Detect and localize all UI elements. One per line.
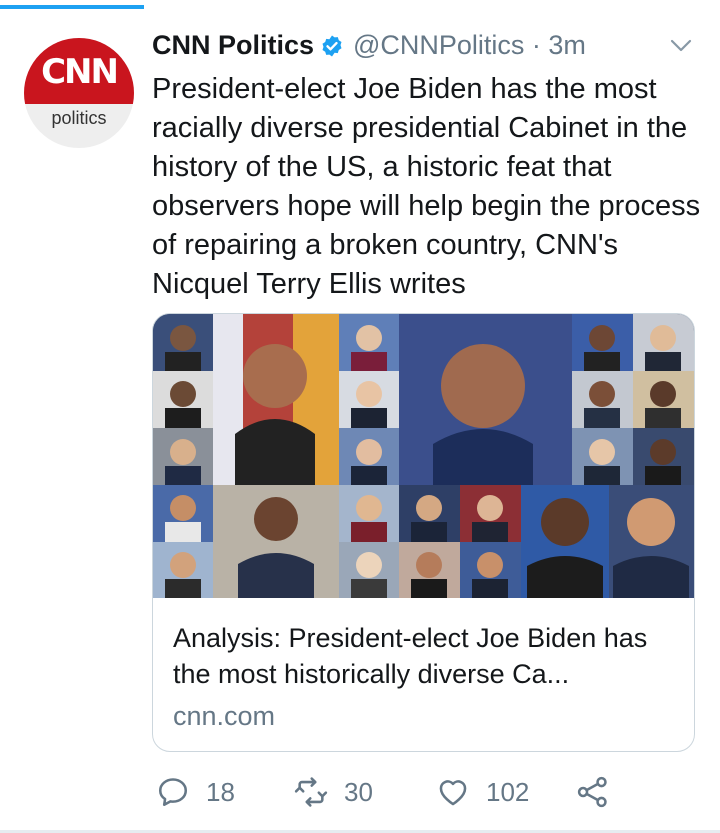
cabinet-collage-image bbox=[153, 314, 694, 598]
chevron-down-icon[interactable] bbox=[669, 38, 693, 54]
retweet-icon bbox=[294, 777, 328, 807]
avatar-sub-text: politics bbox=[51, 108, 107, 128]
card-title[interactable]: Analysis: President-elect Joe Biden has … bbox=[173, 620, 678, 692]
share-button[interactable] bbox=[576, 772, 610, 812]
reply-button[interactable]: 18 bbox=[156, 772, 235, 812]
handle-and-timestamp[interactable]: @CNNPolitics · 3m bbox=[353, 30, 586, 60]
heart-icon bbox=[439, 780, 467, 806]
tweet-header: CNN Politics @CNNPolitics · 3m bbox=[152, 30, 697, 70]
verified-badge-icon bbox=[322, 35, 342, 56]
retweet-count: 30 bbox=[344, 776, 373, 807]
retweet-button[interactable]: 30 bbox=[294, 772, 373, 812]
reply-count: 18 bbox=[206, 776, 235, 807]
like-button[interactable]: 102 bbox=[436, 772, 529, 812]
display-name[interactable]: CNN Politics bbox=[152, 30, 314, 60]
tweet-text: President-elect Joe Biden has the most r… bbox=[152, 73, 701, 300]
reply-icon bbox=[158, 778, 188, 807]
card-domain: cnn.com bbox=[173, 701, 276, 731]
share-icon bbox=[577, 776, 607, 808]
loading-progress-bar bbox=[0, 0, 720, 12]
avatar-logo-text: CNN bbox=[41, 52, 119, 92]
link-preview-card[interactable]: Analysis: President-elect Joe Biden has … bbox=[152, 313, 695, 752]
like-count: 102 bbox=[486, 776, 530, 807]
avatar[interactable]: CNN politics bbox=[24, 38, 134, 148]
loading-progress-fill bbox=[0, 5, 144, 9]
tweet-actions: 18 30 102 bbox=[152, 772, 672, 812]
